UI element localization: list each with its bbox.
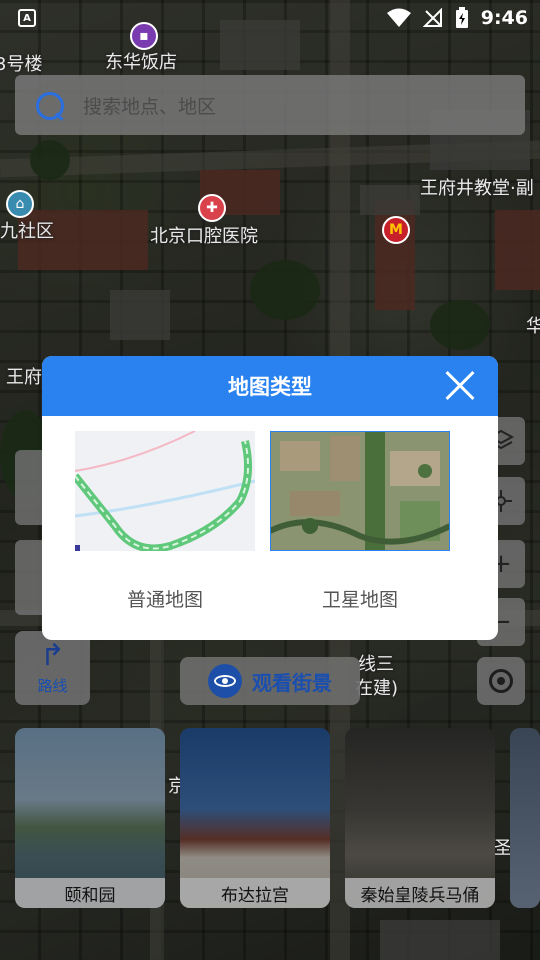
search-icon	[33, 89, 65, 121]
search-placeholder: 搜索地点、地区	[83, 95, 217, 118]
map-label-community[interactable]: 九社区	[0, 217, 54, 243]
map-label-wangfu[interactable]: 王府	[6, 363, 42, 389]
map-label-hotel[interactable]: 东华饭店	[105, 48, 177, 74]
attraction-card-partial[interactable]	[510, 728, 540, 908]
attraction-name: 颐和园	[15, 878, 165, 908]
map-label-hua[interactable]: 华	[526, 312, 540, 338]
attraction-name: 布达拉宫	[180, 878, 330, 908]
community-poi-icon[interactable]: ⌂	[6, 190, 34, 218]
map-type-dialog: 地图类型 普通地图 卫星地图	[42, 356, 498, 640]
status-bar: A 9:46	[0, 0, 540, 36]
route-button[interactable]: ↱ 路线	[15, 631, 90, 705]
normal-map-label: 普通地图	[126, 589, 203, 611]
map-label-building[interactable]: 3号楼	[0, 50, 42, 76]
mcdonalds-poi-icon[interactable]: M	[382, 216, 410, 244]
dialog-title: 地图类型	[228, 375, 312, 399]
attraction-card-terracotta-army[interactable]: 秦始皇陵兵马俑	[345, 728, 495, 908]
signal-icon	[422, 8, 442, 27]
map-type-normal[interactable]: 普通地图	[75, 431, 255, 612]
normal-map-thumbnail[interactable]	[75, 431, 255, 551]
satellite-map-label: 卫星地图	[321, 589, 398, 611]
map-label-line3[interactable]: 线三	[358, 650, 394, 676]
eye-icon	[208, 664, 242, 698]
map-label-hospital[interactable]: 北京口腔医院	[150, 222, 258, 248]
close-icon[interactable]	[444, 370, 476, 402]
locate-button[interactable]	[477, 657, 525, 705]
route-label: 路线	[37, 676, 68, 695]
locate-icon	[489, 669, 513, 693]
clock: 9:46	[480, 7, 528, 29]
street-view-label: 观看街景	[252, 670, 332, 695]
notification-a-icon: A	[18, 9, 36, 27]
route-arrow-icon: ↱	[39, 637, 66, 673]
search-bar[interactable]: 搜索地点、地区	[15, 75, 525, 135]
map-label-church[interactable]: 王府井教堂·副	[420, 174, 534, 200]
map-label-line3-b[interactable]: 在建)	[355, 674, 398, 700]
battery-icon	[455, 7, 468, 28]
street-view-button[interactable]: 观看街景	[180, 657, 360, 705]
map-type-satellite[interactable]: 卫星地图	[270, 431, 450, 612]
dialog-header: 地图类型	[42, 356, 498, 416]
attraction-name: 秦始皇陵兵马俑	[345, 878, 495, 908]
hospital-poi-icon[interactable]: ✚	[198, 194, 226, 222]
wifi-icon	[386, 8, 411, 27]
satellite-map-thumbnail[interactable]	[270, 431, 450, 551]
attraction-card-summer-palace[interactable]: 颐和园	[15, 728, 165, 908]
attraction-card-potala-palace[interactable]: 布达拉宫	[180, 728, 330, 908]
